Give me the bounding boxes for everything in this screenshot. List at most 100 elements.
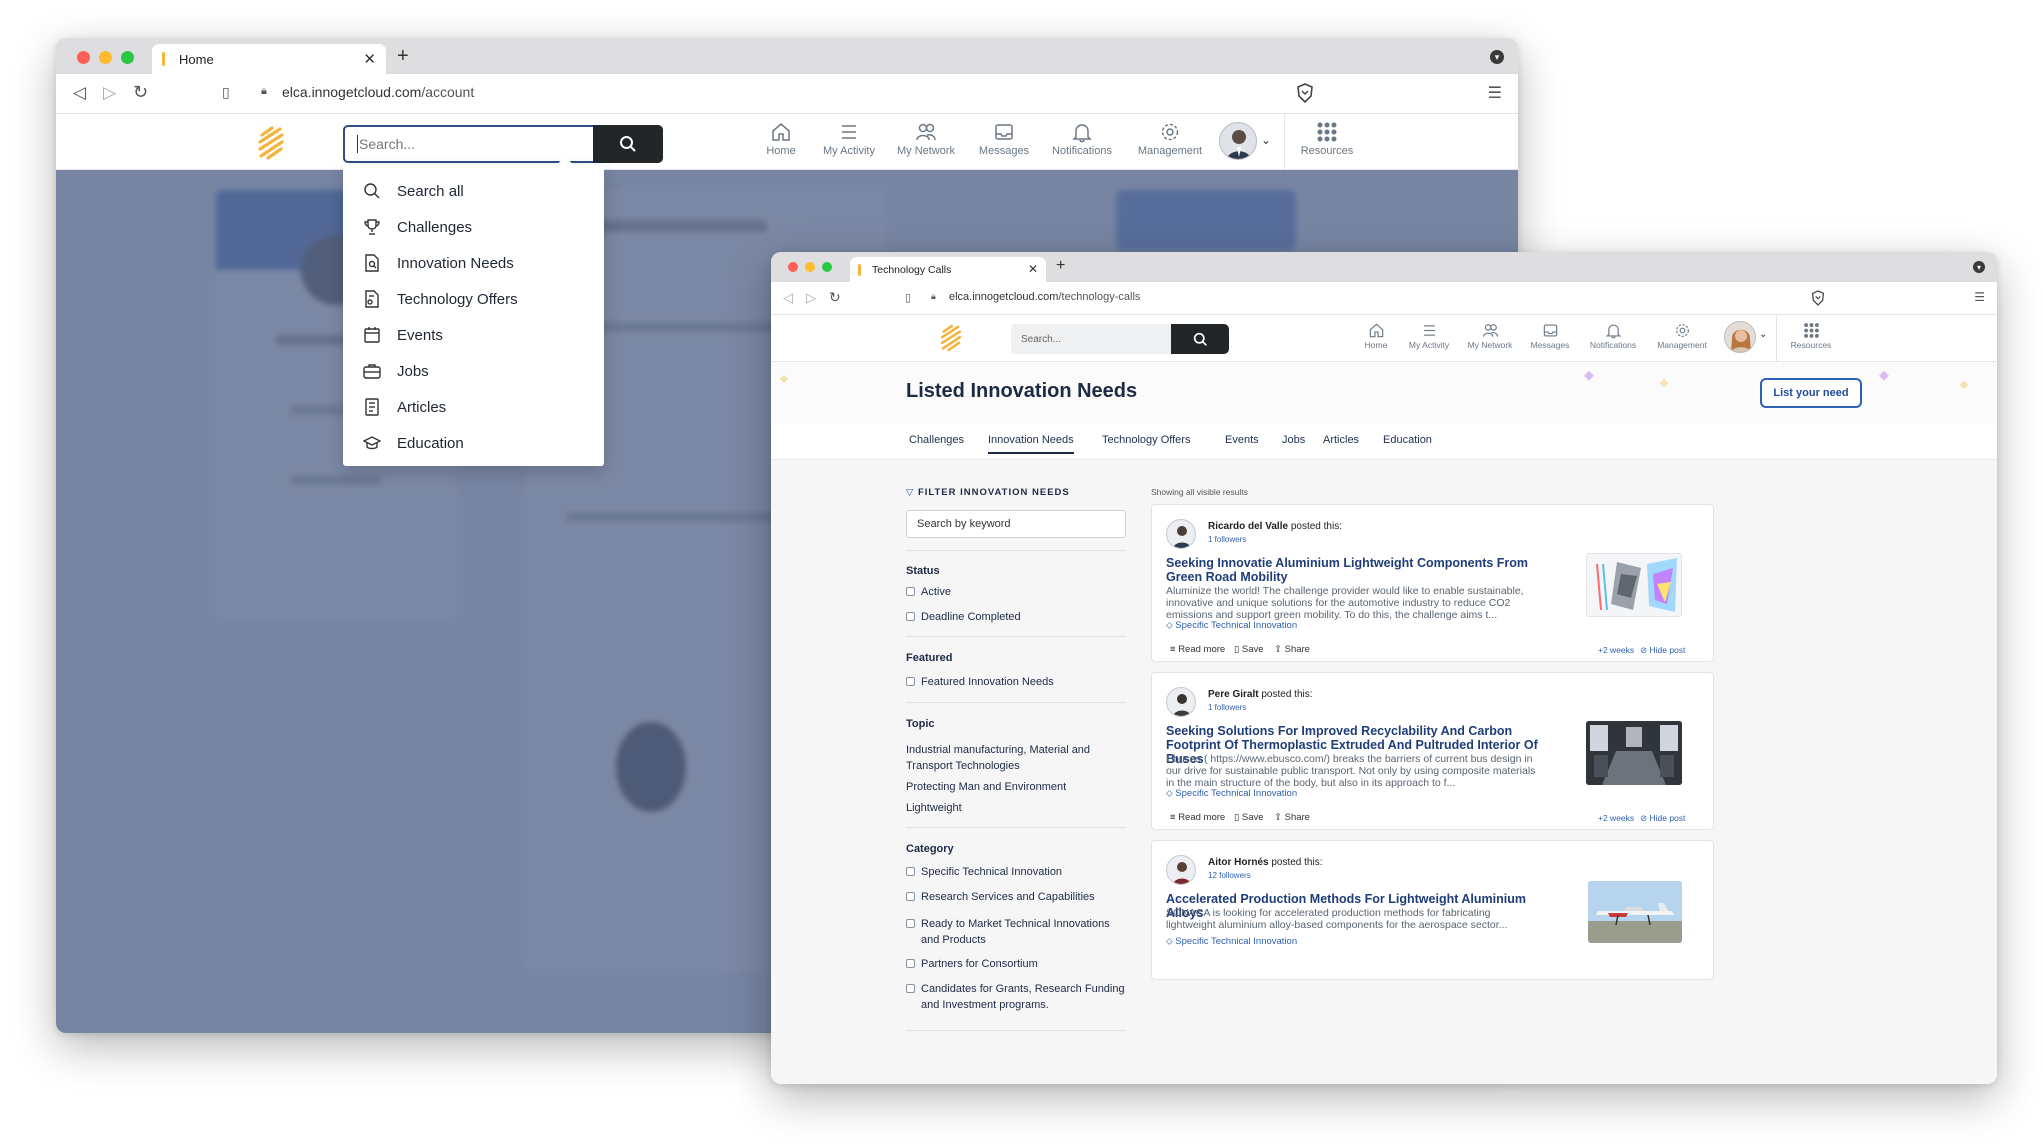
close-tab-icon[interactable]: ✕ [363, 50, 376, 68]
nav-management[interactable]: Management [1649, 322, 1715, 350]
tab-events[interactable]: Events [1225, 434, 1259, 446]
save-button[interactable]: ▯ Save [1234, 812, 1264, 823]
topic-item[interactable]: Protecting Man and Environment [906, 781, 1066, 793]
dropdown-jobs[interactable]: Jobs [343, 353, 604, 389]
chevron-down-icon[interactable]: ⌄ [1759, 329, 1767, 340]
category-checkbox[interactable]: Ready to Market Technical Innovations an… [906, 916, 1126, 948]
status-active-checkbox[interactable]: Active [906, 586, 951, 598]
topic-item[interactable]: Lightweight [906, 802, 962, 814]
tab-technology-offers[interactable]: Technology Offers [1102, 434, 1190, 446]
tab-search-icon[interactable]: ▾ [1973, 261, 1985, 273]
browser-tab-technology-calls[interactable]: Technology Calls ✕ [850, 257, 1046, 282]
topic-item[interactable]: Industrial manufacturing, Material and T… [906, 742, 1126, 774]
author-avatar[interactable] [1166, 855, 1196, 885]
dropdown-articles[interactable]: Articles [343, 389, 604, 425]
new-tab-button[interactable]: + [397, 45, 409, 68]
maximize-window-button[interactable] [121, 51, 134, 64]
bookmark-icon[interactable]: ▯ [222, 84, 230, 101]
post-author[interactable]: Pere Giralt posted this: [1208, 689, 1313, 700]
post-category-tag[interactable]: ⬦ Specific Technical Innovation [1166, 936, 1297, 947]
brave-shield-icon[interactable] [1811, 290, 1825, 306]
share-button[interactable]: ⇪ Share [1274, 812, 1310, 823]
save-button[interactable]: ▯ Save [1234, 644, 1264, 655]
innoget-logo-icon[interactable] [939, 324, 963, 352]
post-author[interactable]: Ricardo del Valle posted this: [1208, 521, 1342, 532]
dropdown-education[interactable]: Education [343, 425, 604, 461]
category-checkbox[interactable]: Candidates for Grants, Research Funding … [906, 981, 1126, 1013]
nav-notifications[interactable]: Notifications [1581, 322, 1645, 350]
url-field[interactable]: elca.innogetcloud.com/technology-calls [949, 291, 1140, 303]
user-avatar[interactable] [1724, 321, 1756, 353]
close-window-button[interactable] [788, 262, 798, 272]
nav-my-activity[interactable]: My Activity [1401, 322, 1457, 350]
post-thumbnail[interactable] [1586, 721, 1682, 785]
post-thumbnail[interactable] [1588, 881, 1682, 943]
search-input[interactable]: Search... [343, 125, 593, 163]
dropdown-technology-offers[interactable]: Technology Offers [343, 281, 604, 317]
nav-resources[interactable]: Resources [1292, 121, 1362, 157]
nav-resources[interactable]: Resources [1781, 322, 1841, 350]
dropdown-innovation-needs[interactable]: Innovation Needs [343, 245, 604, 281]
post-author[interactable]: Aitor Hornés posted this: [1208, 857, 1323, 868]
user-avatar[interactable] [1219, 122, 1257, 160]
author-avatar[interactable] [1166, 687, 1196, 717]
list-your-need-button[interactable]: List your need [1760, 378, 1862, 408]
tab-education[interactable]: Education [1383, 434, 1432, 446]
featured-checkbox[interactable]: Featured Innovation Needs [906, 676, 1054, 688]
tab-search-icon[interactable]: ▾ [1490, 50, 1504, 64]
search-input[interactable]: Search... [1011, 324, 1171, 354]
nav-management[interactable]: Management [1128, 121, 1212, 157]
close-tab-icon[interactable]: ✕ [1028, 262, 1038, 276]
reload-icon[interactable]: ↻ [829, 289, 841, 306]
forward-icon[interactable]: ▷ [103, 83, 116, 103]
dropdown-events[interactable]: Events [343, 317, 604, 353]
author-avatar[interactable] [1166, 519, 1196, 549]
share-button[interactable]: ⇪ Share [1274, 644, 1310, 655]
reload-icon[interactable]: ↻ [133, 82, 148, 103]
post-category-tag[interactable]: ⬦ Specific Technical Innovation [1166, 620, 1297, 631]
dropdown-search-all[interactable]: Search all [343, 173, 604, 209]
close-window-button[interactable] [77, 51, 90, 64]
post-title[interactable]: Seeking Innovatie Aluminium Lightweight … [1166, 556, 1536, 584]
search-button[interactable] [593, 125, 663, 163]
category-checkbox[interactable]: Partners for Consortium [906, 958, 1038, 970]
minimize-window-button[interactable] [99, 51, 112, 64]
dropdown-challenges[interactable]: Challenges [343, 209, 604, 245]
search-button[interactable] [1171, 324, 1229, 354]
browser-tab-home[interactable]: Home ✕ [152, 44, 386, 74]
category-checkbox[interactable]: Specific Technical Innovation [906, 866, 1062, 878]
nav-my-network[interactable]: My Network [890, 121, 962, 157]
forward-icon[interactable]: ▷ [806, 290, 816, 306]
bookmark-icon[interactable]: ▯ [905, 291, 911, 304]
minimize-window-button[interactable] [805, 262, 815, 272]
chevron-down-icon[interactable]: ⌄ [1261, 133, 1271, 147]
hide-post-button[interactable]: ⊘ Hide post [1640, 813, 1685, 824]
read-more-button[interactable]: ≡ Read more [1170, 812, 1225, 823]
back-icon[interactable]: ◁ [783, 290, 793, 306]
nav-my-network[interactable]: My Network [1461, 322, 1519, 350]
read-more-button[interactable]: ≡ Read more [1170, 644, 1225, 655]
nav-home[interactable]: Home [756, 121, 806, 157]
brave-shield-icon[interactable] [1296, 83, 1314, 103]
category-checkbox[interactable]: Research Services and Capabilities [906, 891, 1095, 903]
tab-jobs[interactable]: Jobs [1282, 434, 1305, 446]
maximize-window-button[interactable] [822, 262, 832, 272]
innoget-logo-icon[interactable] [256, 126, 286, 160]
browser-menu-icon[interactable]: ☰ [1488, 83, 1502, 103]
keyword-search-input[interactable]: Search by keyword [906, 510, 1126, 538]
post-thumbnail[interactable] [1586, 553, 1682, 617]
browser-menu-icon[interactable]: ☰ [1974, 290, 1985, 304]
status-deadline-completed-checkbox[interactable]: Deadline Completed [906, 611, 1021, 623]
nav-messages[interactable]: Messages [971, 121, 1037, 157]
nav-messages[interactable]: Messages [1523, 322, 1577, 350]
nav-my-activity[interactable]: My Activity [814, 121, 884, 157]
back-icon[interactable]: ◁ [73, 83, 86, 103]
post-category-tag[interactable]: ⬦ Specific Technical Innovation [1166, 788, 1297, 799]
tab-innovation-needs[interactable]: Innovation Needs [988, 434, 1074, 454]
nav-home[interactable]: Home [1356, 322, 1396, 350]
hide-post-button[interactable]: ⊘ Hide post [1640, 645, 1685, 656]
new-tab-button[interactable]: + [1056, 257, 1065, 275]
nav-notifications[interactable]: Notifications [1041, 121, 1123, 157]
tab-challenges[interactable]: Challenges [909, 434, 964, 446]
tab-articles[interactable]: Articles [1323, 434, 1359, 446]
